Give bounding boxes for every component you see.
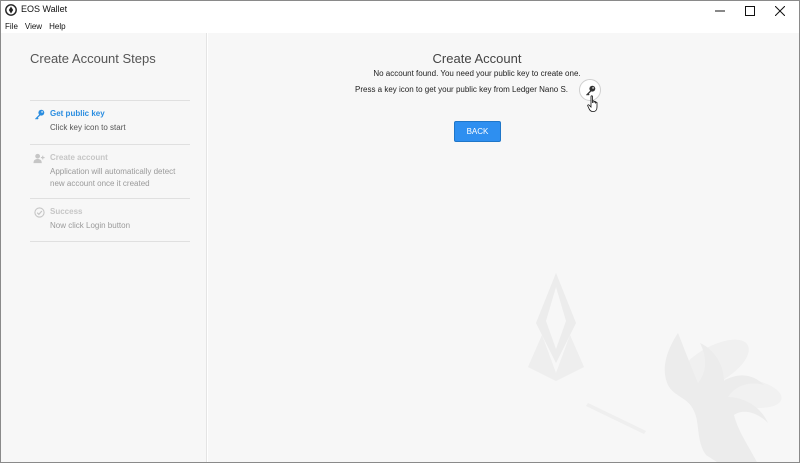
minimize-button[interactable] <box>705 1 735 20</box>
eos-fairy-watermark <box>528 273 782 462</box>
key-icon <box>585 85 595 96</box>
sidebar-title: Create Account Steps <box>30 51 156 66</box>
page-title: Create Account <box>432 51 522 66</box>
step-create-account: Create account Application will automati… <box>30 145 190 199</box>
window-title: EOS Wallet <box>21 4 68 14</box>
maximize-button[interactable] <box>735 1 765 20</box>
step-title: Get public key <box>50 109 105 118</box>
eos-logo-icon <box>5 4 17 16</box>
menu-view[interactable]: View <box>21 20 45 33</box>
steps-list: Get public key Click key icon to start C… <box>30 100 190 242</box>
step-description: Application will automatically detect ne… <box>50 167 176 188</box>
step-success: Success Now click Login button <box>30 199 190 242</box>
close-icon <box>775 5 785 16</box>
app-window: EOS Wallet File View Help Create Account… <box>0 0 800 463</box>
menu-file[interactable]: File <box>1 20 21 33</box>
menu-help[interactable]: Help <box>45 20 68 33</box>
check-circle-icon <box>33 206 45 218</box>
close-button[interactable] <box>765 1 795 20</box>
step-title: Create account <box>50 153 108 162</box>
title-bar: EOS Wallet <box>1 1 799 20</box>
step-get-public-key: Get public key Click key icon to start <box>30 101 190 145</box>
key-icon <box>33 108 45 120</box>
main-panel: Create Account No account found. You nee… <box>208 33 799 462</box>
instruction-text: Press a key icon to get your public key … <box>355 85 568 94</box>
back-button[interactable]: BACK <box>454 121 501 142</box>
menu-bar: File View Help <box>1 20 799 33</box>
steps-sidebar: Create Account Steps Get public key Clic… <box>1 33 207 462</box>
step-description: Now click Login button <box>50 221 131 230</box>
step-description: Click key icon to start <box>50 123 126 132</box>
step-title: Success <box>50 207 83 216</box>
minimize-icon <box>715 10 725 11</box>
no-account-message: No account found. You need your public k… <box>373 69 581 78</box>
maximize-icon <box>745 5 755 16</box>
hand-cursor-icon <box>587 95 598 112</box>
add-user-icon <box>33 152 45 164</box>
